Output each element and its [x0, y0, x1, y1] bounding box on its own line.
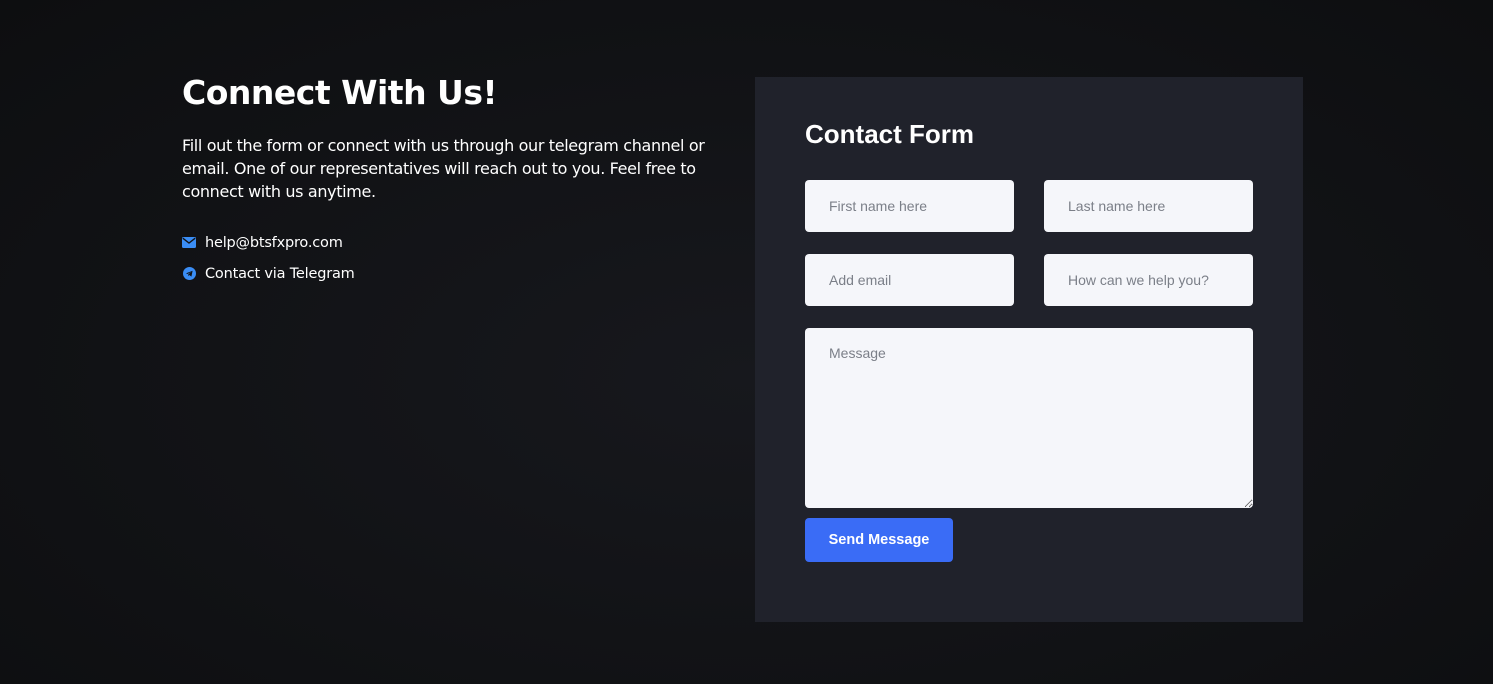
envelope-icon	[182, 236, 196, 250]
intro-text: Fill out the form or connect with us thr…	[182, 136, 705, 201]
connect-section: Connect With Us! Fill out the form or co…	[182, 72, 742, 289]
last-name-input[interactable]	[1044, 180, 1253, 232]
contact-form-panel: Contact Form Send Message	[755, 77, 1303, 622]
first-name-input[interactable]	[805, 180, 1014, 232]
message-textarea[interactable]	[805, 328, 1253, 508]
telegram-label: Contact via Telegram	[205, 265, 355, 282]
subject-input[interactable]	[1044, 254, 1253, 306]
send-message-button[interactable]: Send Message	[805, 518, 953, 562]
form-title: Contact Form	[805, 119, 974, 149]
contact-list: help@btsfxpro.com Contact via Telegram	[182, 227, 742, 289]
telegram-link[interactable]: Contact via Telegram	[182, 258, 742, 289]
email-input[interactable]	[805, 254, 1014, 306]
email-label: help@btsfxpro.com	[205, 234, 343, 251]
page-title: Connect With Us!	[182, 73, 498, 112]
telegram-icon	[182, 267, 196, 281]
email-link[interactable]: help@btsfxpro.com	[182, 227, 742, 258]
